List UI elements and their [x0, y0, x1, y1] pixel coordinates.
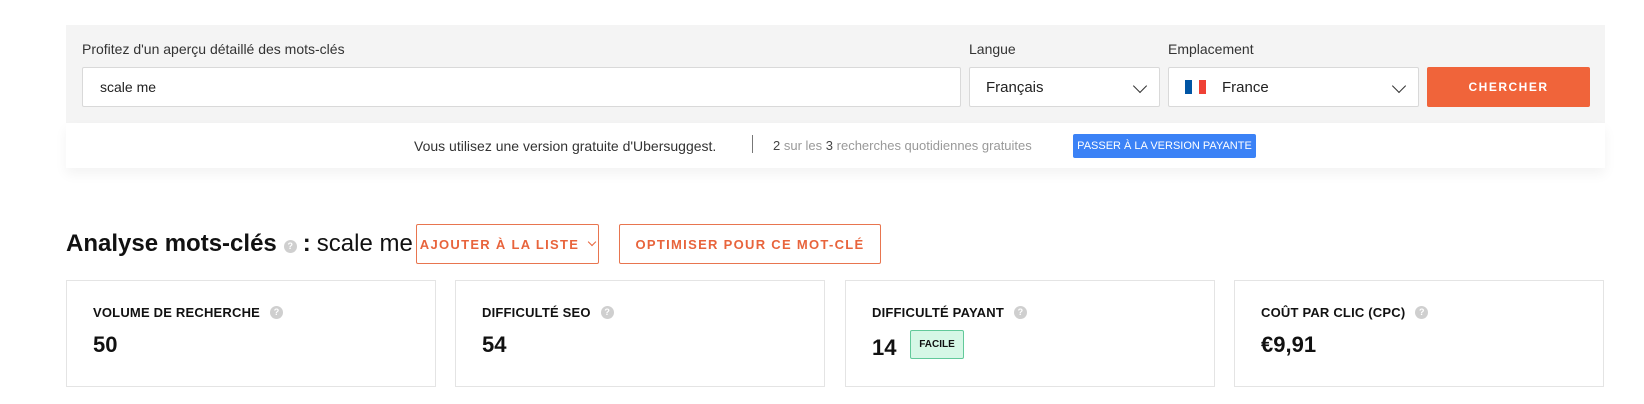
add-to-list-button[interactable]: AJOUTER À LA LISTE	[416, 224, 599, 264]
free-version-notice: Vous utilisez une version gratuite d'Ube…	[66, 123, 1605, 168]
question-icon[interactable]: ?	[600, 306, 614, 319]
chevron-down-icon	[1132, 78, 1148, 94]
search-panel: Profitez d'un aperçu détaillé des mots-c…	[66, 25, 1605, 123]
metric-label: DIFFICULTÉ SEO ?	[482, 305, 614, 320]
language-label: Langue	[969, 41, 1016, 57]
analysis-title: Analyse mots-clés	[66, 230, 277, 257]
question-icon[interactable]: ?	[270, 306, 284, 319]
title-colon: :	[302, 230, 311, 257]
france-flag-icon	[1185, 80, 1206, 94]
divider	[752, 135, 753, 153]
location-value: France	[1222, 78, 1269, 96]
metric-label-text: DIFFICULTÉ PAYANT	[872, 305, 1004, 320]
metric-label: VOLUME DE RECHERCHE ?	[93, 305, 284, 320]
location-select[interactable]: France	[1168, 67, 1419, 107]
metric-value: €9,91	[1261, 332, 1317, 357]
keyword-input[interactable]	[82, 67, 961, 107]
search-button[interactable]: CHERCHER	[1427, 67, 1590, 107]
optimize-keyword-button[interactable]: OPTIMISER POUR CE MOT-CLÉ	[619, 224, 881, 264]
metric-card-paid-difficulty: DIFFICULTÉ PAYANT ? 14 FACILE	[845, 280, 1215, 387]
searches-total: 3	[825, 138, 834, 153]
question-icon[interactable]: ?	[1013, 306, 1027, 319]
metric-label-text: VOLUME DE RECHERCHE	[93, 305, 261, 320]
metric-card-seo-difficulty: DIFFICULTÉ SEO ? 54	[455, 280, 825, 387]
metric-value: 50	[93, 332, 118, 357]
metric-card-search-volume: VOLUME DE RECHERCHE ? 50	[66, 280, 436, 387]
upgrade-button[interactable]: PASSER À LA VERSION PAYANTE	[1073, 134, 1256, 158]
page-title: Analyse mots-clés ? : scale me	[66, 230, 413, 258]
language-value: Français	[986, 78, 1044, 96]
question-icon[interactable]: ?	[1415, 306, 1429, 319]
metric-value: 14	[872, 335, 897, 360]
metric-label: COÛT PAR CLIC (CPC) ?	[1261, 305, 1429, 320]
search-quota: 2 sur les 3 recherches quotidiennes grat…	[773, 138, 1032, 153]
metric-card-cpc: COÛT PAR CLIC (CPC) ? €9,91	[1234, 280, 1604, 387]
metric-value: 54	[482, 332, 507, 357]
question-icon[interactable]: ?	[283, 239, 297, 253]
quota-of: sur les	[783, 138, 823, 153]
chevron-down-icon	[1391, 78, 1407, 94]
language-select[interactable]: Français	[969, 67, 1160, 107]
metric-label: DIFFICULTÉ PAYANT ?	[872, 305, 1027, 320]
location-label: Emplacement	[1168, 41, 1254, 57]
metric-label-text: DIFFICULTÉ SEO	[482, 305, 591, 320]
analysis-keyword: scale me	[316, 230, 413, 257]
free-version-message: Vous utilisez une version gratuite d'Ube…	[414, 137, 717, 154]
chevron-down-icon	[587, 237, 597, 247]
quota-suffix: recherches quotidiennes gratuites	[836, 138, 1032, 153]
searches-used: 2	[773, 138, 781, 153]
metric-label-text: COÛT PAR CLIC (CPC)	[1261, 305, 1406, 320]
difficulty-badge: FACILE	[910, 330, 964, 359]
keyword-label: Profitez d'un aperçu détaillé des mots-c…	[82, 41, 345, 57]
add-to-list-label: AJOUTER À LA LISTE	[419, 236, 580, 252]
